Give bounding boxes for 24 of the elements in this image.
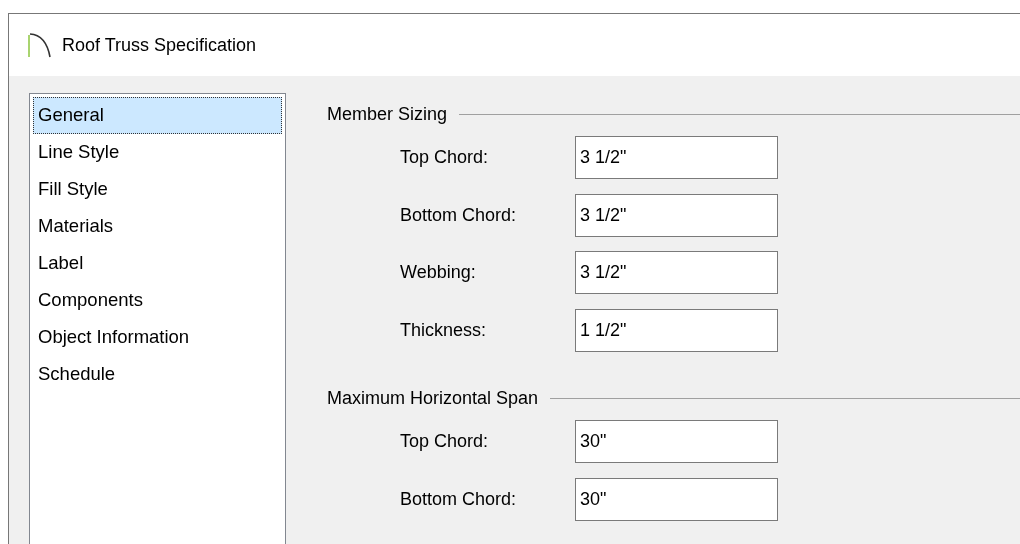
field-label: Thickness: — [400, 318, 488, 342]
group-heading: Member Sizing — [327, 102, 448, 126]
input-field[interactable]: 3 1/2" — [575, 193, 778, 237]
group-heading: Maximum Horizontal Span — [327, 386, 539, 410]
category-item[interactable]: Line Style — [33, 134, 282, 171]
category-item[interactable]: Components — [33, 282, 282, 319]
category-item[interactable]: Object Information — [33, 319, 282, 356]
category-item[interactable]: Fill Style — [33, 171, 282, 208]
window-title: Roof Truss Specification — [62, 33, 257, 57]
input-field[interactable]: 1 1/2" — [575, 308, 778, 352]
field-label: Top Chord: — [400, 430, 490, 454]
category-item[interactable]: Label — [33, 245, 282, 282]
input-field[interactable]: 30" — [575, 477, 778, 521]
roof-arc-icon — [28, 32, 52, 58]
input-field[interactable]: 3 1/2" — [575, 136, 778, 180]
input-field[interactable]: 30" — [575, 420, 778, 464]
category-item[interactable]: Schedule — [33, 356, 282, 393]
field-label: Bottom Chord: — [400, 203, 518, 227]
field-label: Bottom Chord: — [400, 487, 518, 511]
category-item[interactable]: General — [33, 97, 282, 134]
field-label: Webbing: — [400, 261, 477, 285]
field-label: Top Chord: — [400, 146, 490, 170]
input-field[interactable]: 3 1/2" — [575, 251, 778, 295]
category-item[interactable]: Materials — [33, 208, 282, 245]
